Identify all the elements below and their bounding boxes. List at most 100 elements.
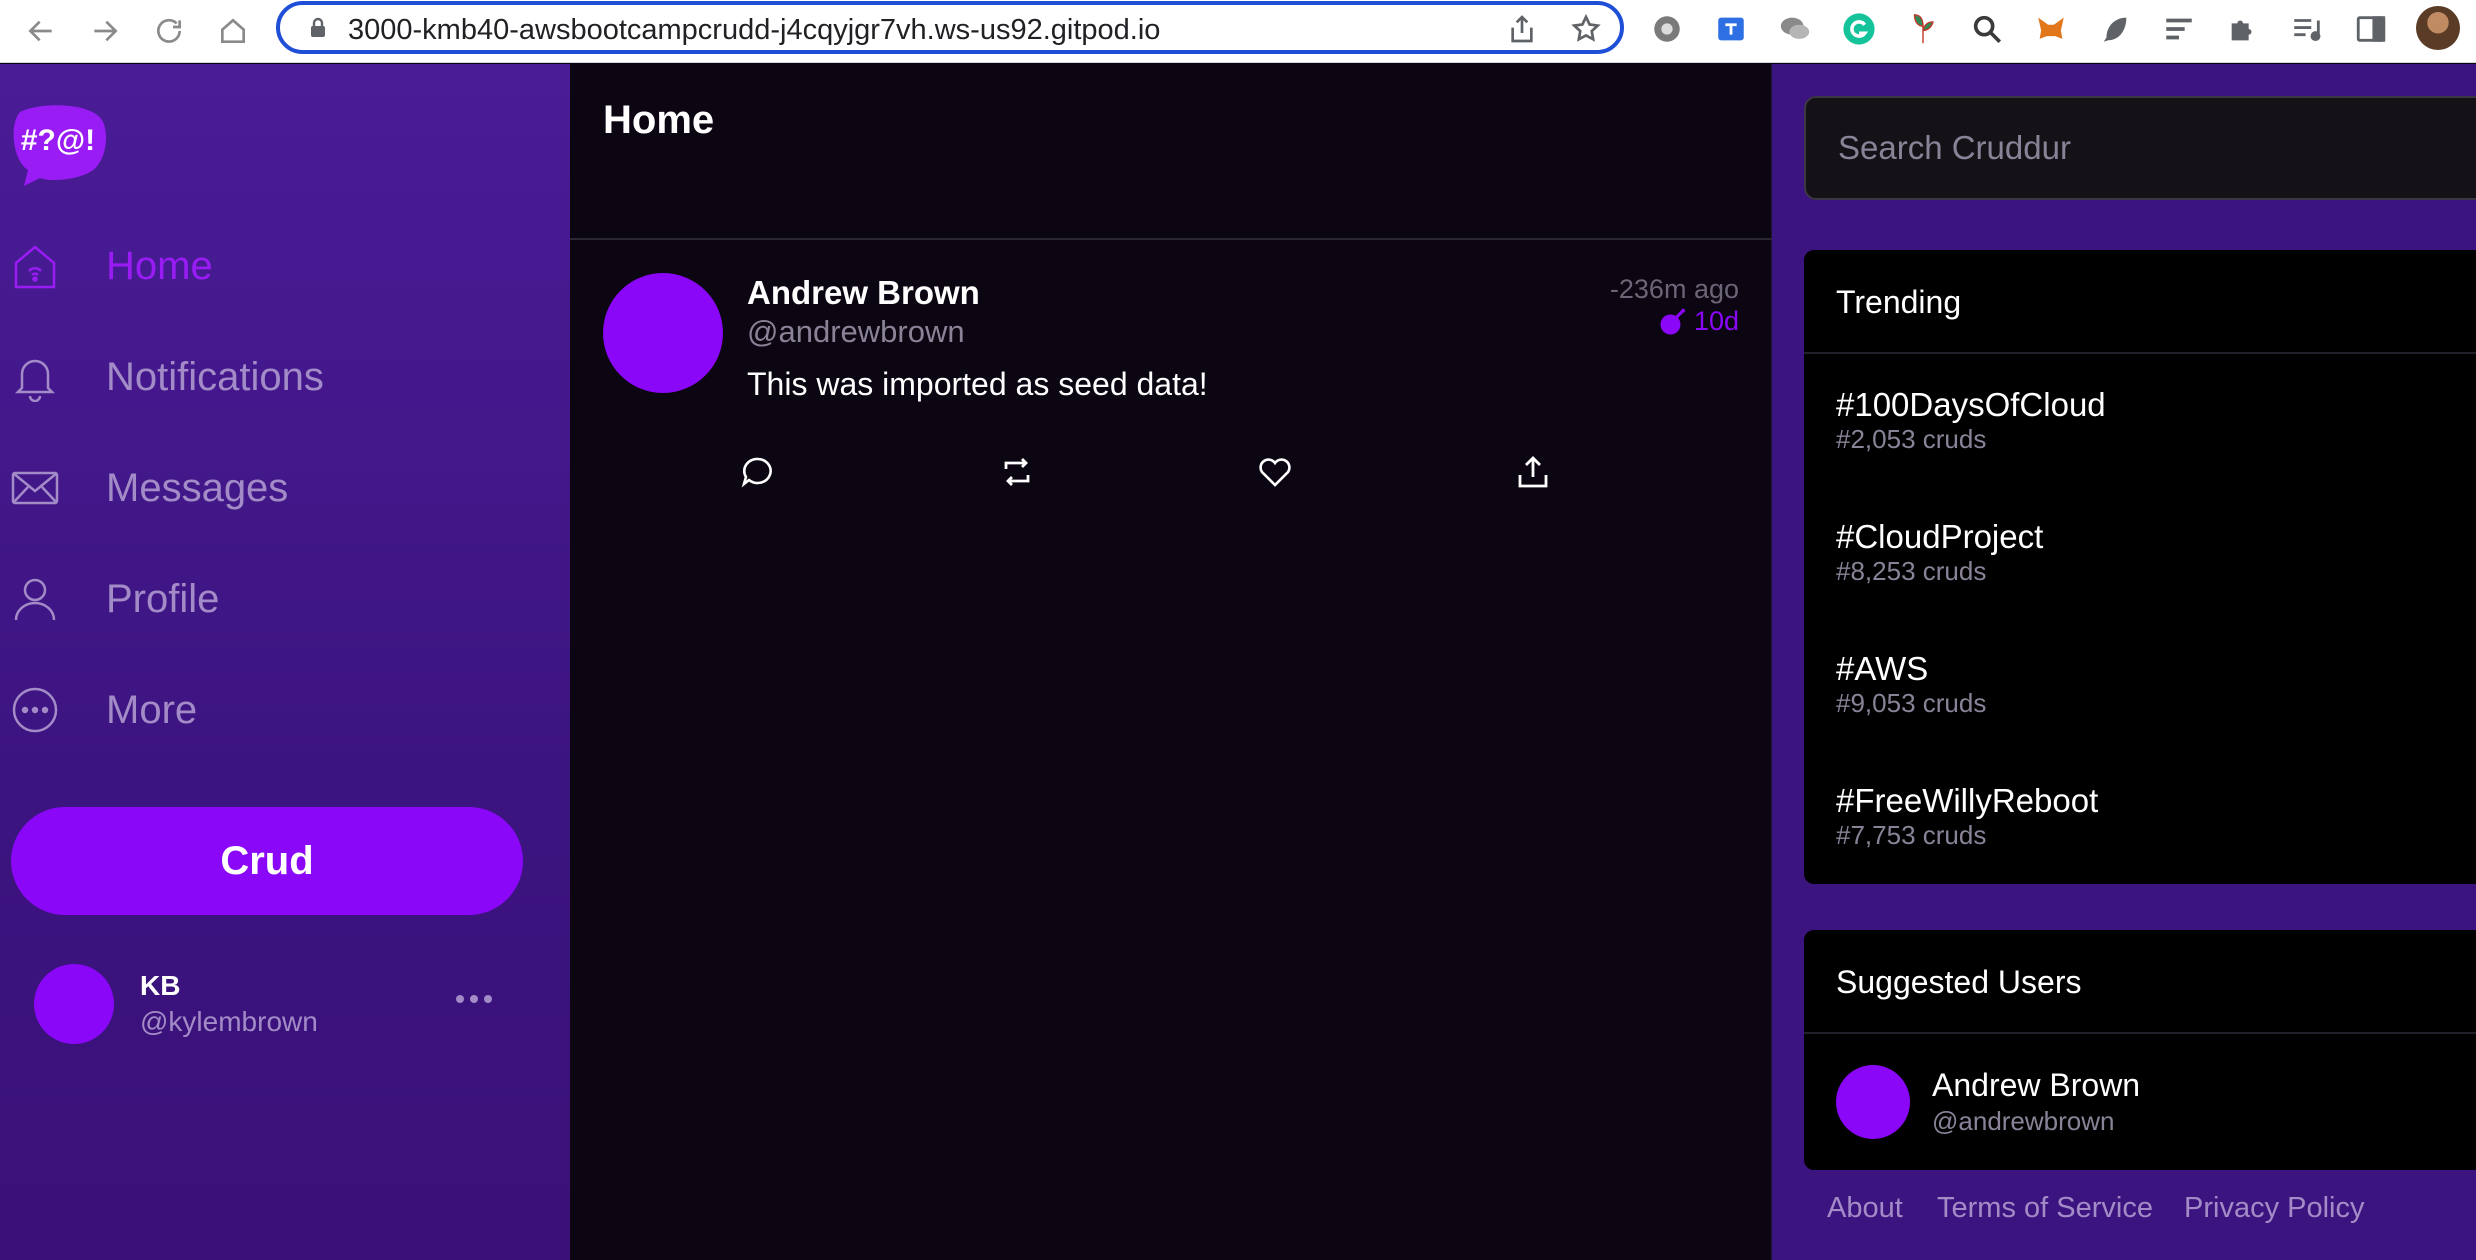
activity-display-name[interactable]: Andrew Brown xyxy=(747,274,980,312)
repost-button[interactable] xyxy=(994,449,1040,495)
menu-item-home[interactable]: Home xyxy=(0,226,560,306)
suggested-users-section: Suggested Users Andrew Brown @andrewbrow… xyxy=(1804,930,2476,1170)
avatar[interactable] xyxy=(603,273,723,393)
puzzle-icon xyxy=(2231,20,2252,41)
share-button[interactable] xyxy=(1510,449,1556,495)
trending-count: #8,253 cruds xyxy=(1836,556,1987,586)
trending-count: #9,053 cruds xyxy=(1836,688,1987,718)
address-bar[interactable]: 3000-kmb40-awsbootcampcrudd-j4cqyjgr7vh.… xyxy=(276,1,1624,54)
grammarly-icon xyxy=(1843,13,1875,45)
suggested-user-handle[interactable]: @andrewbrown xyxy=(1932,1106,2114,1137)
trending-title: Trending xyxy=(1836,284,1962,320)
sidebar-panel-icon xyxy=(2356,16,2386,42)
back-arrow-icon xyxy=(28,20,52,42)
footer-link-about[interactable]: About xyxy=(1827,1192,1903,1225)
trending-item[interactable]: #FreeWillyReboot #7,753 cruds xyxy=(1836,782,2476,882)
bell-icon xyxy=(14,359,56,402)
menu-label-more: More xyxy=(106,687,198,732)
menu-item-more[interactable]: More xyxy=(0,670,560,750)
more-circle-icon xyxy=(12,687,58,733)
extensions-menu[interactable] xyxy=(2224,10,2262,48)
trending-section: Trending #100DaysOfCloud #2,053 cruds #C… xyxy=(1804,250,2476,884)
page-title: Home xyxy=(603,98,715,142)
menu-item-profile[interactable]: Profile xyxy=(0,559,560,639)
share-upload-icon xyxy=(1518,456,1548,488)
trending-item[interactable]: #AWS #9,053 cruds xyxy=(1836,650,2476,750)
trending-count: #2,053 cruds xyxy=(1836,424,1987,454)
extension-search[interactable] xyxy=(1968,10,2006,48)
crud-button[interactable]: Crud xyxy=(11,807,523,915)
gear-icon xyxy=(1654,16,1680,42)
trending-tag: #FreeWillyReboot xyxy=(1836,782,2099,819)
browser-toolbar: 3000-kmb40-awsbootcampcrudd-j4cqyjgr7vh.… xyxy=(0,0,2476,63)
heart-icon xyxy=(1259,458,1291,487)
trending-tag: #CloudProject xyxy=(1836,518,2044,555)
menu-label-profile: Profile xyxy=(106,576,220,621)
cruddur-logo[interactable]: #?@! xyxy=(10,104,108,188)
profile-handle: @kylembrown xyxy=(140,1006,318,1037)
back-button[interactable] xyxy=(18,8,64,54)
trending-tag: #AWS xyxy=(1836,650,1929,687)
share-page-icon[interactable] xyxy=(1506,13,1538,45)
desktop-navigation: #?@! Home Notifications Messages Profile xyxy=(0,64,570,1260)
plant-icon xyxy=(1913,14,1934,44)
side-panel-toggle[interactable] xyxy=(2352,10,2390,48)
profile-info[interactable]: KB @kylembrown xyxy=(34,964,504,1048)
mail-icon xyxy=(11,471,59,505)
extension-chat[interactable] xyxy=(1776,10,1814,48)
reply-button[interactable] xyxy=(735,449,781,495)
suggested-user-name[interactable]: Andrew Brown xyxy=(1932,1067,2140,1104)
footer-link-terms[interactable]: Terms of Service xyxy=(1937,1192,2153,1225)
reply-bubble-icon xyxy=(741,457,772,488)
menu-label-home: Home xyxy=(106,243,213,288)
forward-button[interactable] xyxy=(82,8,128,54)
extension-settings-gear[interactable] xyxy=(1648,10,1686,48)
bookmark-star-icon[interactable] xyxy=(1570,13,1602,45)
menu-label-notifications: Notifications xyxy=(106,354,324,399)
menu-label-messages: Messages xyxy=(106,465,289,510)
menu-item-messages[interactable]: Messages xyxy=(0,448,560,528)
menu-item-notifications[interactable]: Notifications xyxy=(0,337,560,417)
activity-handle[interactable]: @andrewbrown xyxy=(747,314,965,350)
footer-link-privacy[interactable]: Privacy Policy xyxy=(2184,1192,2365,1225)
lock-icon xyxy=(311,17,325,37)
reload-button[interactable] xyxy=(146,8,192,54)
expires-value: 10d xyxy=(1693,306,1739,336)
chat-bubbles-icon xyxy=(1780,17,1810,39)
ellipsis-icon[interactable] xyxy=(444,984,504,1014)
home-icon xyxy=(14,245,56,289)
suggested-users-title: Suggested Users xyxy=(1836,964,2082,1000)
trending-item[interactable]: #100DaysOfCloud #2,053 cruds xyxy=(1836,386,2476,486)
feed-header: Home xyxy=(570,64,1772,240)
translate-icon xyxy=(1718,17,1744,41)
feather-icon xyxy=(2103,17,2127,42)
extension-list[interactable] xyxy=(2160,10,2198,48)
extension-metamask[interactable] xyxy=(2032,10,2070,48)
svg-text:#?@!: #?@! xyxy=(21,124,95,157)
search-input[interactable] xyxy=(1804,96,2476,200)
trending-tag: #100DaysOfCloud xyxy=(1836,386,2106,423)
divider xyxy=(1804,352,2476,354)
media-list-icon xyxy=(2294,19,2321,42)
trending-item[interactable]: #CloudProject #8,253 cruds xyxy=(1836,518,2476,618)
activity-message: This was imported as seed data! xyxy=(747,366,1208,402)
house-icon xyxy=(221,18,245,43)
extension-grammarly[interactable] xyxy=(1840,10,1878,48)
profile-display-name: KB xyxy=(140,970,181,1001)
content-feed: Home Andrew Brown @andrewbrown -236m ago… xyxy=(570,64,1772,1260)
extension-feather[interactable] xyxy=(2096,10,2134,48)
extension-plant[interactable] xyxy=(1904,10,1942,48)
extension-translate[interactable] xyxy=(1712,10,1750,48)
media-control[interactable] xyxy=(2288,10,2326,48)
activity-created-at: -236m ago xyxy=(1609,274,1739,304)
bomb-icon xyxy=(1660,308,1685,334)
magnifier-icon xyxy=(1973,15,2002,44)
home-browser-button[interactable] xyxy=(210,8,256,54)
like-button[interactable] xyxy=(1252,449,1298,495)
avatar xyxy=(34,964,114,1044)
browser-profile-avatar[interactable] xyxy=(2416,6,2460,50)
activity-item[interactable]: Andrew Brown @andrewbrown -236m ago 10d … xyxy=(570,242,1772,542)
trending-count: #7,753 cruds xyxy=(1836,820,1987,850)
activity-expires-at: 10d xyxy=(1658,306,1739,337)
avatar[interactable] xyxy=(1836,1065,1910,1139)
